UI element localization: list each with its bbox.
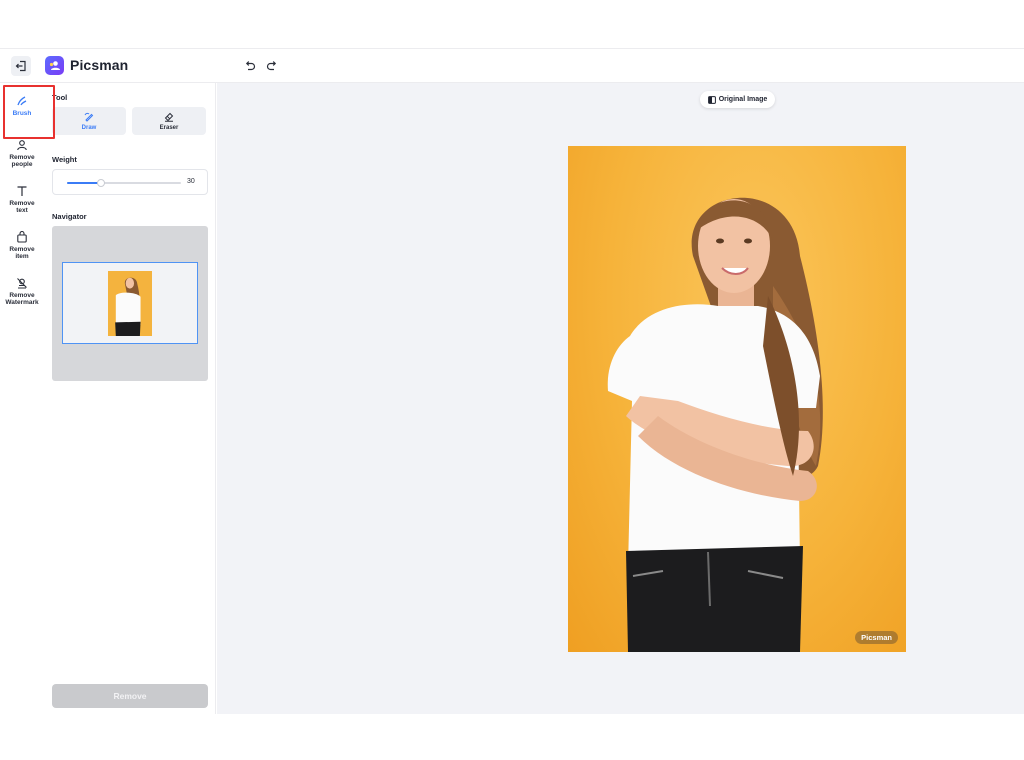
rail-item-brush[interactable]: Brush (0, 95, 44, 117)
navigator-thumbnail (108, 271, 152, 336)
rail-item-remove-watermark[interactable]: Remove Watermark (0, 277, 44, 306)
rail-item-label: Remove text (9, 200, 35, 214)
redo-button[interactable] (265, 59, 279, 73)
navigator-preview[interactable] (52, 226, 208, 381)
draw-tool-button[interactable]: Draw (52, 107, 126, 135)
undo-button[interactable] (243, 59, 257, 73)
redo-icon (266, 61, 277, 71)
weight-value: 30 (187, 178, 195, 185)
rail-item-remove-text[interactable]: Remove text (0, 185, 44, 214)
exit-button[interactable] (11, 56, 31, 76)
app-window: Picsman Brush Remove people Remove text … (0, 48, 1024, 714)
rail-item-label: Brush (12, 110, 32, 117)
remove-button[interactable]: Remove (52, 684, 208, 708)
bag-icon (17, 231, 27, 243)
picsman-logo (45, 56, 64, 75)
original-image-button[interactable]: Original Image (700, 91, 775, 108)
eraser-tool-label: Eraser (159, 124, 179, 131)
person-icon (17, 140, 27, 151)
tool-section-label: Tool (52, 93, 68, 102)
rail-item-remove-people[interactable]: Remove people (0, 139, 44, 168)
eraser-icon (164, 112, 174, 122)
original-image-label: Original Image (718, 96, 768, 103)
weight-slider[interactable] (67, 179, 181, 187)
navigator-section-label: Navigator (52, 212, 87, 221)
weight-section-label: Weight (52, 155, 77, 164)
undo-icon (245, 61, 256, 71)
exit-icon (15, 60, 26, 72)
draw-tool-label: Draw (81, 124, 97, 131)
rail-item-label: Remove people (9, 154, 35, 168)
app-name: Picsman (70, 57, 129, 73)
edited-photo[interactable]: Picsman (568, 146, 906, 652)
tool-panel: Tool Draw Eraser Weight 30 Navigator Rem… (44, 83, 216, 714)
tool-rail: Brush Remove people Remove text Remove i… (0, 83, 44, 714)
photo-illustration (607, 197, 823, 652)
picsman-watermark: Picsman (855, 631, 898, 644)
pen-icon (84, 112, 94, 122)
watermark-icon (17, 278, 27, 289)
text-icon (17, 186, 27, 196)
rail-item-label: Remove item (9, 246, 35, 260)
navigator-viewport-frame[interactable] (62, 262, 198, 344)
weight-control: 30 (52, 169, 208, 195)
weight-slider-thumb[interactable] (97, 179, 106, 187)
weight-slider-fill (67, 182, 102, 184)
top-bar: Picsman (0, 49, 1024, 83)
rail-item-remove-item[interactable]: Remove item (0, 231, 44, 260)
rail-item-label: Remove Watermark (5, 292, 39, 306)
image-canvas[interactable]: Original Image Picsman (217, 83, 1024, 714)
eraser-tool-button[interactable]: Eraser (132, 107, 206, 135)
compare-icon (707, 95, 716, 104)
brush-icon (17, 96, 27, 106)
